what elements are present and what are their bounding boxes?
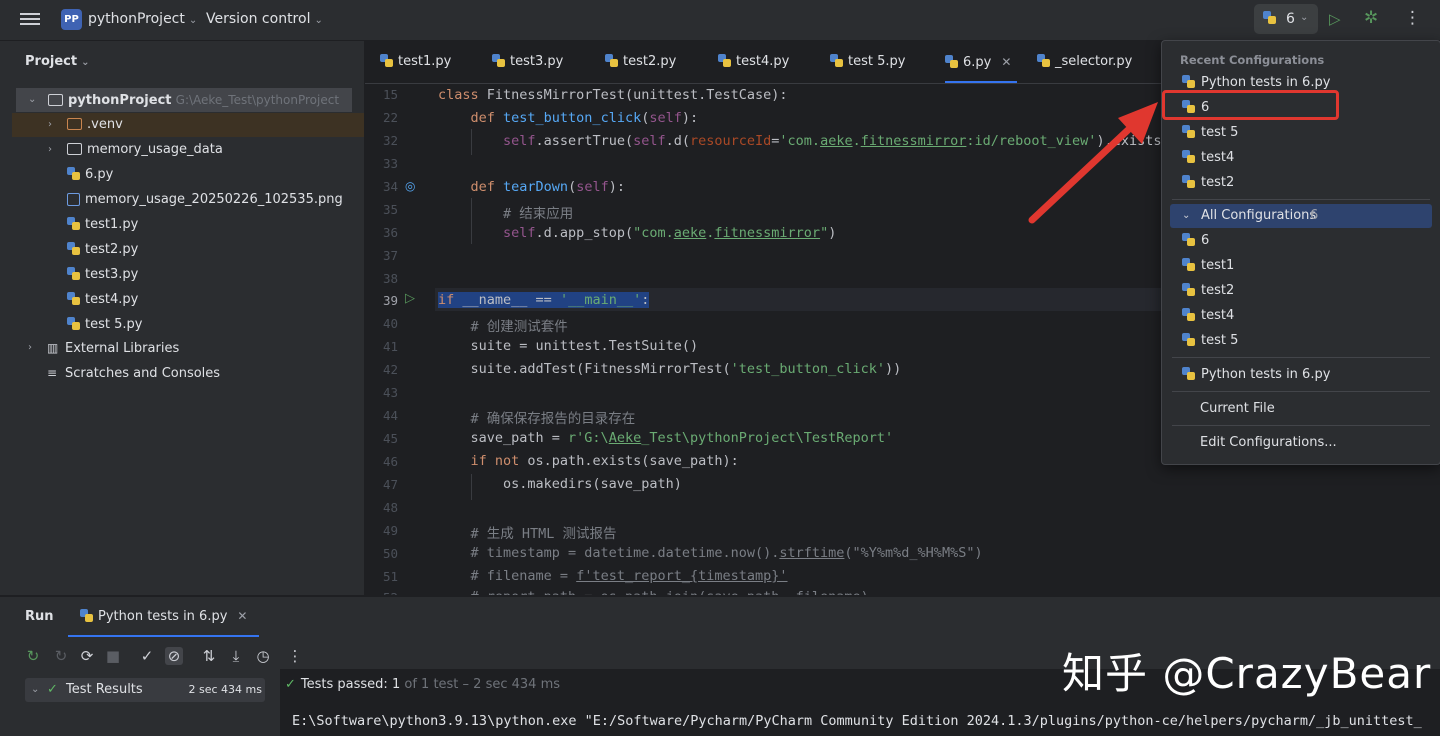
import-tests-icon[interactable]: ⤓ — [227, 647, 245, 665]
chevron-down-icon: ⌄ — [31, 684, 40, 695]
check-icon: ✓ — [47, 682, 58, 697]
show-passed-icon[interactable]: ✓ — [138, 647, 156, 665]
test-results-label: Test Results — [66, 682, 143, 697]
test-results-node[interactable]: ⌄ ✓ Test Results 2 sec 434 ms — [25, 678, 265, 702]
tests-passed-status: ✓ Tests passed: 1 of 1 test – 2 sec 434 m… — [285, 677, 560, 692]
test-results-time: 2 sec 434 ms — [188, 683, 262, 696]
run-panel-title: Run — [25, 609, 54, 624]
sort-icon[interactable]: ⇅ — [200, 647, 218, 665]
console-line: E:\Software\python3.9.13\python.exe "E:/… — [292, 713, 1422, 729]
passed-label: Tests passed: — [300, 677, 388, 692]
passed-detail: of 1 test – 2 sec 434 ms — [404, 677, 561, 692]
stop-icon[interactable]: ■ — [104, 647, 122, 665]
python-tests-icon — [80, 609, 93, 622]
rerun-icon[interactable]: ↻ — [24, 647, 42, 665]
run-tab-label: Python tests in 6.py — [98, 609, 228, 624]
check-icon: ✓ — [285, 677, 296, 692]
run-tab-python-tests[interactable]: Python tests in 6.py ✕ — [68, 597, 260, 637]
watermark: 知乎 @CrazyBear — [1062, 649, 1432, 698]
rerun-failed-icon[interactable]: ↻ — [52, 647, 70, 665]
close-icon[interactable]: ✕ — [237, 609, 247, 623]
history-icon[interactable]: ◷ — [254, 647, 272, 665]
passed-count: 1 — [391, 677, 401, 692]
show-ignored-icon[interactable]: ⊘ — [165, 647, 183, 665]
more-icon[interactable]: ⋮ — [286, 647, 304, 665]
rerun-automatically-icon[interactable]: ⟳ — [78, 647, 96, 665]
